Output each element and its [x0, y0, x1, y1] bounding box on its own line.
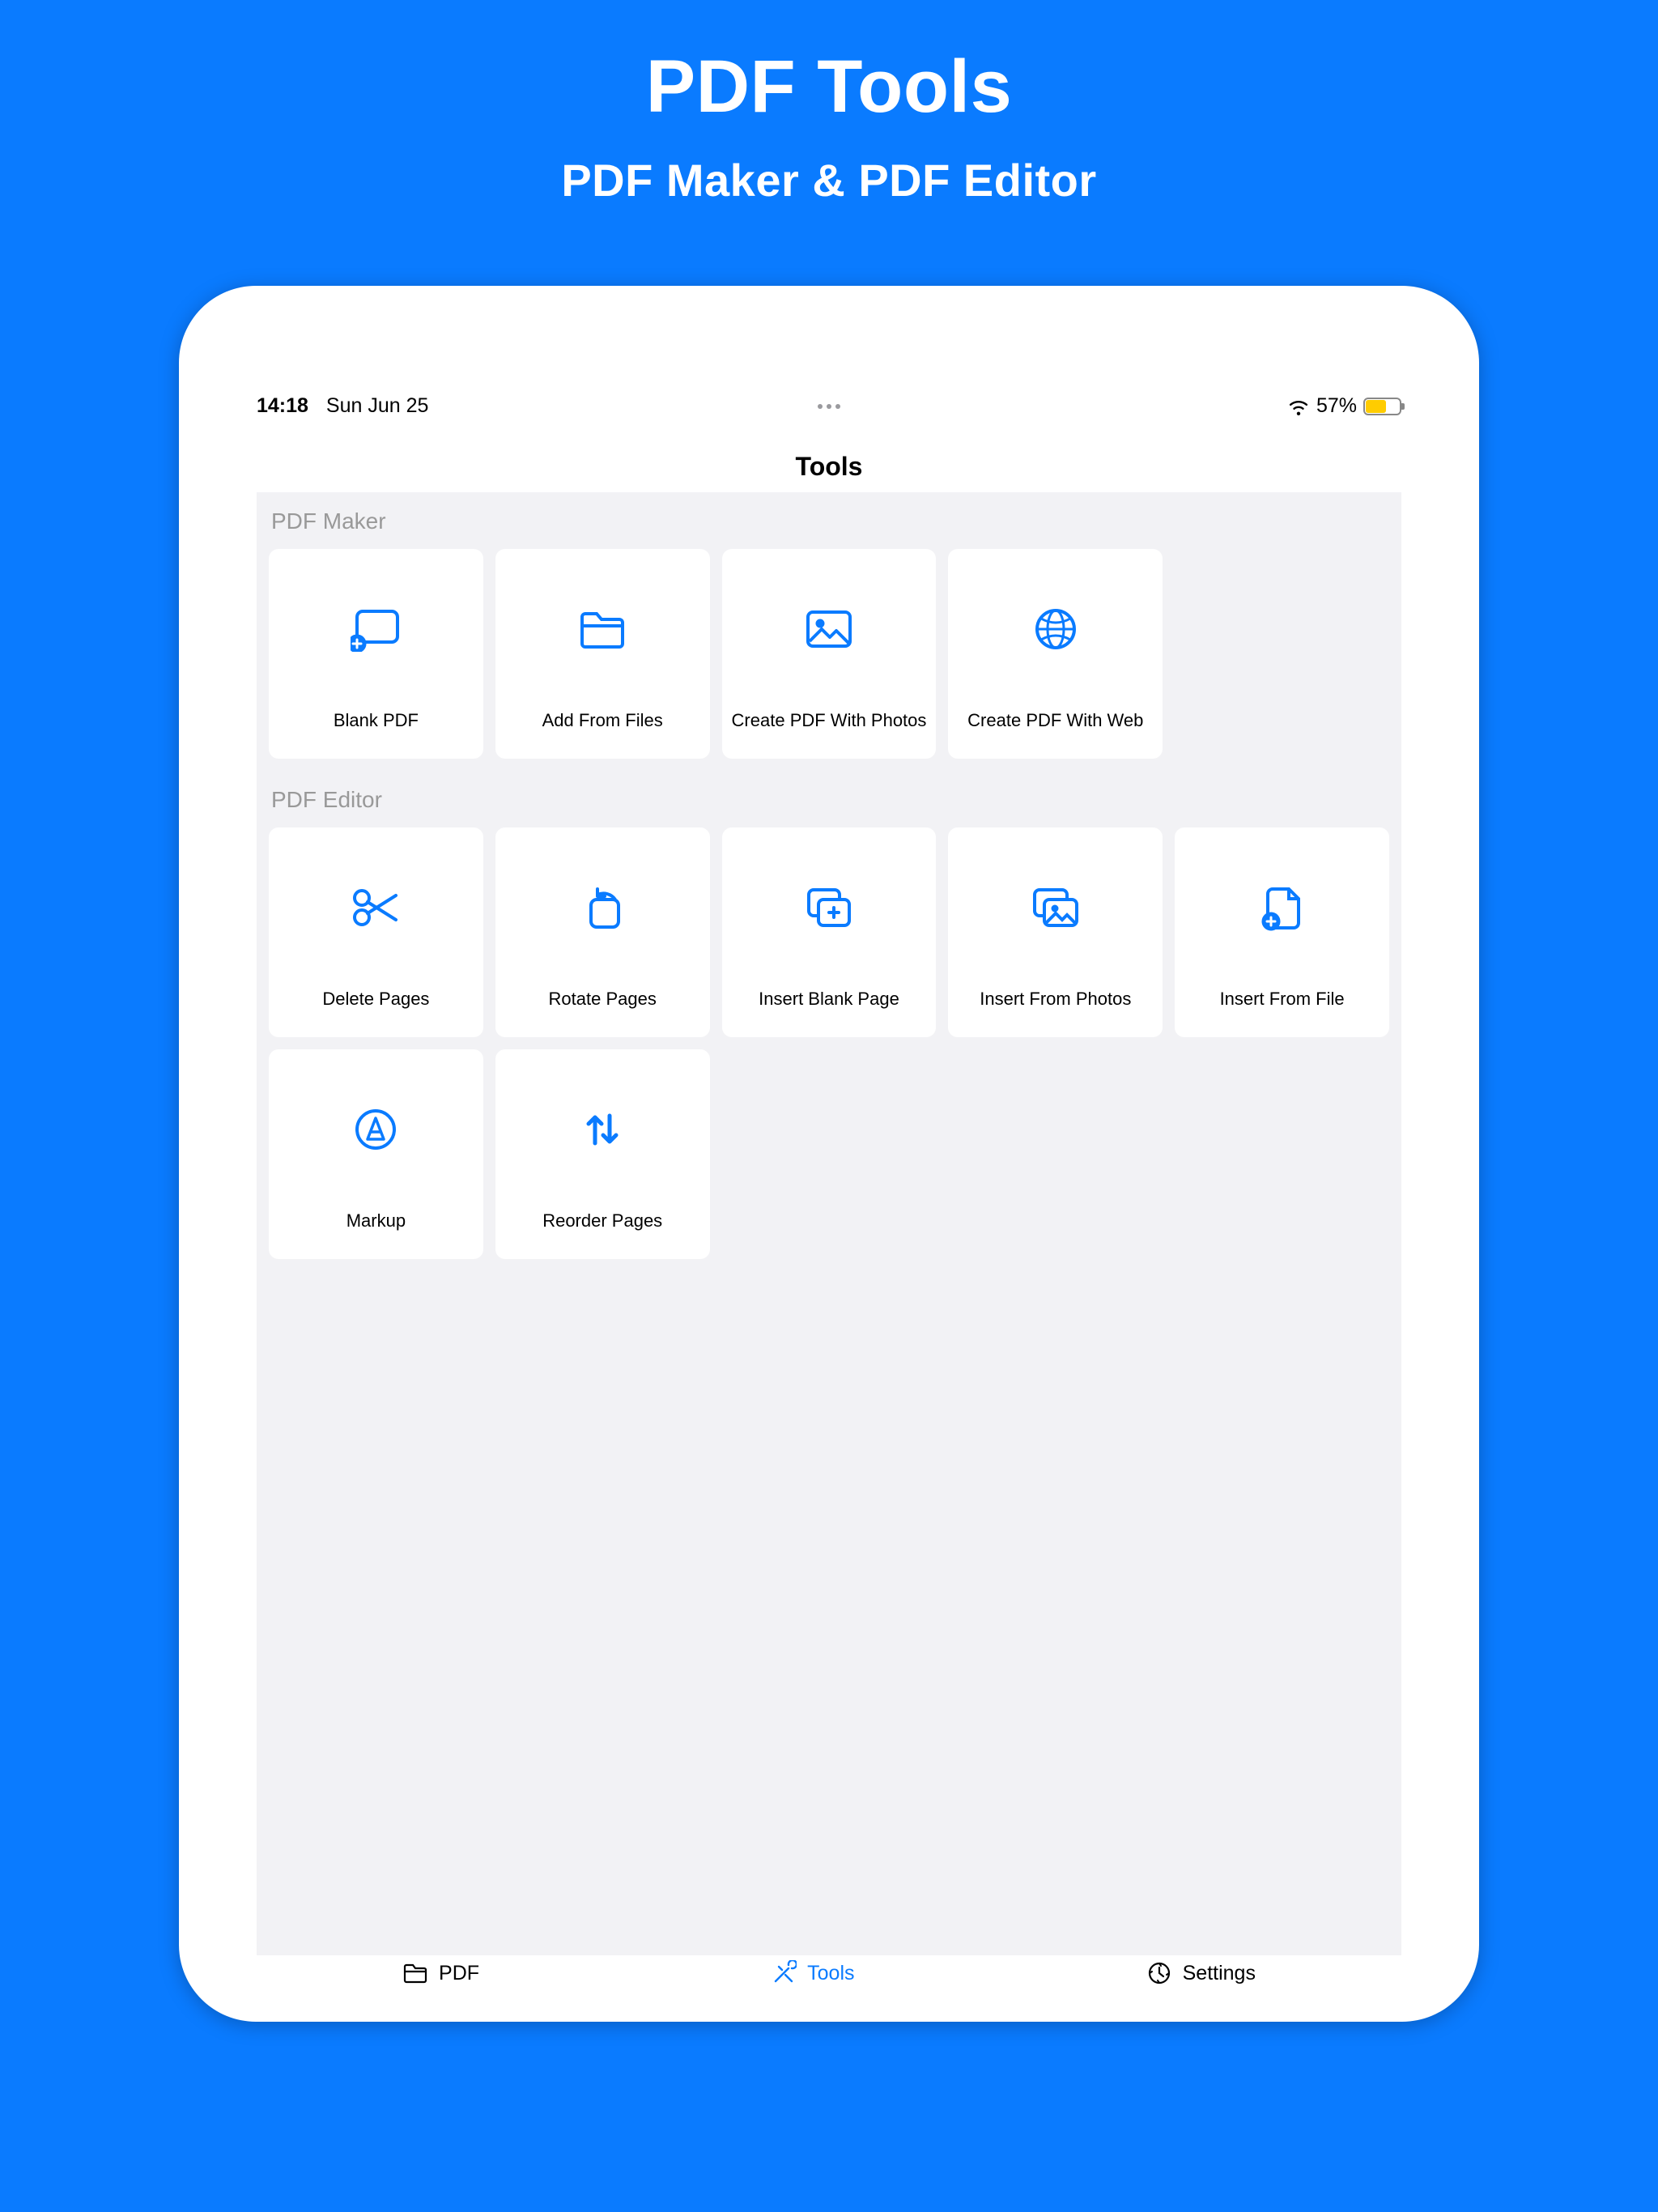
tile-label: Insert Blank Page	[759, 988, 899, 1037]
tile-label: Add From Files	[542, 709, 663, 759]
marketing-title: PDF Tools	[646, 45, 1013, 130]
status-bar: 14:18 Sun Jun 25 57%	[179, 394, 1479, 418]
multitask-dots-icon[interactable]	[818, 404, 840, 409]
folder-icon	[579, 549, 626, 709]
tab-label: PDF	[439, 1962, 479, 1985]
tile-create-with-web[interactable]: Create PDF With Web	[948, 549, 1163, 759]
markup-icon	[354, 1049, 397, 1210]
section-header-maker: PDF Maker	[257, 492, 1401, 549]
tab-bar: PDF Tools Settings	[257, 1973, 1401, 2022]
marketing-subtitle: PDF Maker & PDF Editor	[561, 154, 1096, 206]
tile-label: Create PDF With Photos	[732, 709, 927, 759]
tile-label: Markup	[346, 1210, 406, 1259]
tile-blank-pdf[interactable]: Blank PDF	[269, 549, 483, 759]
tile-label: Insert From Photos	[980, 988, 1131, 1037]
status-time: 14:18	[257, 394, 308, 417]
tile-insert-blank[interactable]: Insert Blank Page	[722, 827, 937, 1037]
tab-label: Settings	[1183, 1962, 1256, 1985]
tools-icon	[771, 1960, 797, 1986]
battery-percent: 57%	[1316, 394, 1357, 418]
tab-tools[interactable]: Tools	[771, 1960, 854, 1986]
tile-rotate-pages[interactable]: Rotate Pages	[495, 827, 710, 1037]
status-date: Sun Jun 25	[326, 394, 429, 417]
tab-pdf[interactable]: PDF	[402, 1960, 479, 1986]
insert-photos-icon	[1031, 827, 1081, 988]
tile-label: Reorder Pages	[542, 1210, 662, 1259]
tile-markup[interactable]: Markup	[269, 1049, 483, 1259]
battery-icon	[1363, 398, 1401, 415]
status-right: 57%	[1287, 394, 1401, 418]
tile-create-with-photos[interactable]: Create PDF With Photos	[722, 549, 937, 759]
reorder-icon	[580, 1049, 624, 1210]
tile-label: Delete Pages	[322, 988, 429, 1037]
rotate-icon	[580, 827, 625, 988]
insert-blank-icon	[805, 827, 853, 988]
tile-insert-from-photos[interactable]: Insert From Photos	[948, 827, 1163, 1037]
editor-grid: Delete Pages Rotate Pages	[257, 827, 1401, 1271]
navbar-title: Tools	[179, 452, 1479, 482]
photo-icon	[805, 549, 853, 709]
tile-label: Create PDF With Web	[967, 709, 1143, 759]
maker-grid: Blank PDF Add From Files	[257, 549, 1401, 771]
wifi-icon	[1287, 398, 1310, 415]
tile-label: Blank PDF	[334, 709, 419, 759]
tab-settings[interactable]: Settings	[1146, 1960, 1256, 1986]
tab-label: Tools	[807, 1962, 854, 1985]
tile-delete-pages[interactable]: Delete Pages	[269, 827, 483, 1037]
blank-pdf-icon	[351, 549, 401, 709]
gear-icon	[1146, 1960, 1172, 1986]
tile-label: Rotate Pages	[549, 988, 657, 1037]
tile-insert-from-file[interactable]: Insert From File	[1175, 827, 1389, 1037]
tile-reorder-pages[interactable]: Reorder Pages	[495, 1049, 710, 1259]
globe-icon	[1034, 549, 1078, 709]
tile-label: Insert From File	[1220, 988, 1345, 1037]
scissors-icon	[351, 827, 400, 988]
tools-scroll-area[interactable]: PDF Maker Blank PDF	[257, 492, 1401, 1955]
device-frame: 14:18 Sun Jun 25 57% Tools PDF Maker	[179, 286, 1479, 2022]
status-left: 14:18 Sun Jun 25	[257, 394, 428, 418]
section-header-editor: PDF Editor	[257, 771, 1401, 827]
insert-file-icon	[1261, 827, 1303, 988]
tile-add-from-files[interactable]: Add From Files	[495, 549, 710, 759]
folder-icon	[402, 1960, 428, 1986]
